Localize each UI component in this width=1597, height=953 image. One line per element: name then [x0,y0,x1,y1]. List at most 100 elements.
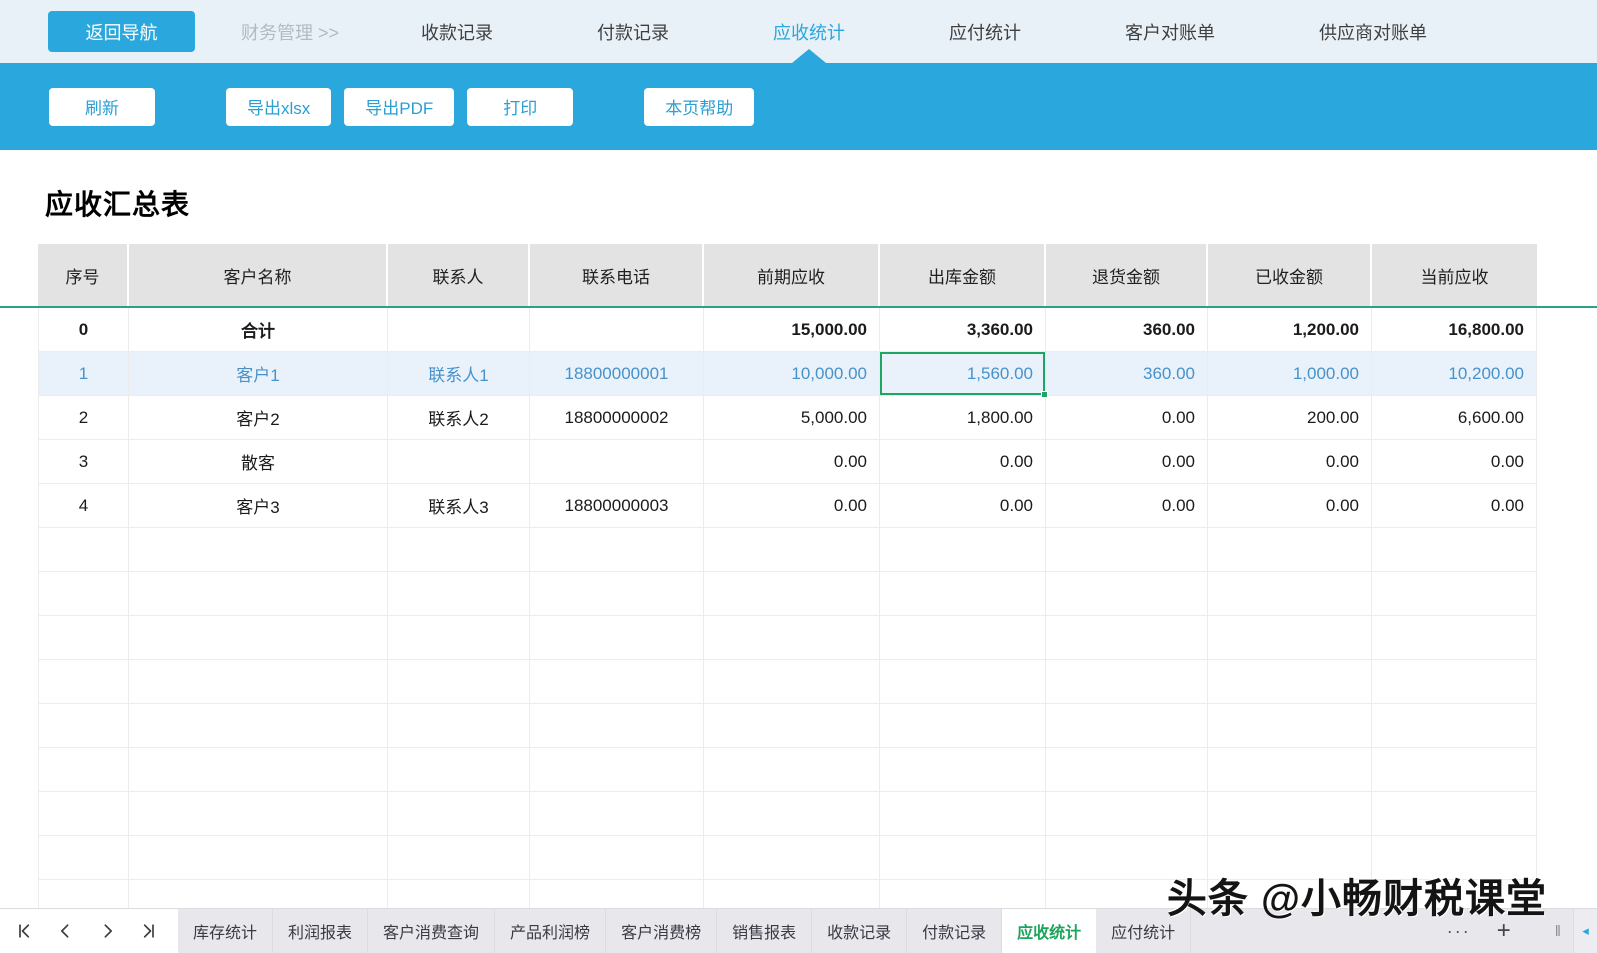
top-tab-应收统计[interactable]: 应收统计 [773,0,845,63]
table-cell[interactable] [1046,572,1208,616]
toolbar-button-本页帮助[interactable]: 本页帮助 [644,87,755,126]
top-tab-收款记录[interactable]: 收款记录 [421,0,493,63]
table-cell[interactable]: 1,000.00 [1208,352,1372,396]
table-cell[interactable]: 5,000.00 [704,396,880,440]
table-cell[interactable]: 3,360.00 [880,308,1046,352]
table-cell[interactable] [388,792,530,836]
table-cell[interactable]: 客户2 [129,396,388,440]
sheet-tab-客户消费查询[interactable]: 客户消费查询 [368,909,496,953]
table-cell[interactable]: 10,000.00 [704,352,880,396]
table-cell[interactable] [1046,528,1208,572]
sheet-tab-产品利润榜[interactable]: 产品利润榜 [495,909,607,953]
table-cell[interactable]: 16,800.00 [1372,308,1537,352]
back-to-navigation-button[interactable]: 返回导航 [48,11,195,52]
table-cell[interactable] [1372,748,1537,792]
table-cell[interactable] [1208,748,1372,792]
toolbar-button-导出PDF[interactable]: 导出PDF [344,87,455,126]
scroll-left-icon[interactable]: ◂ [1573,909,1597,953]
toolbar-button-刷新[interactable]: 刷新 [49,87,155,126]
table-cell[interactable] [1208,616,1372,660]
table-cell[interactable]: 0.00 [1372,484,1537,528]
table-cell[interactable]: 15,000.00 [704,308,880,352]
table-cell[interactable] [388,308,530,352]
table-cell[interactable]: 0.00 [1208,440,1372,484]
table-cell[interactable] [38,704,129,748]
table-cell[interactable]: 联系人1 [388,352,530,396]
table-cell[interactable] [388,660,530,704]
table-cell[interactable] [530,704,704,748]
last-page-icon[interactable] [136,919,160,943]
table-cell[interactable] [704,572,880,616]
table-cell[interactable]: 联系人2 [388,396,530,440]
table-cell[interactable]: 0 [38,308,129,352]
table-cell[interactable] [530,660,704,704]
table-cell[interactable] [704,528,880,572]
sheet-tab-客户消费榜[interactable]: 客户消费榜 [606,909,718,953]
table-cell[interactable] [1372,616,1537,660]
table-cell[interactable] [1046,748,1208,792]
add-sheet-icon[interactable]: + [1497,919,1511,943]
table-cell[interactable] [129,616,388,660]
table-cell[interactable]: 0.00 [1208,484,1372,528]
table-cell[interactable] [388,572,530,616]
table-cell[interactable] [1208,572,1372,616]
table-cell[interactable] [704,748,880,792]
sheet-tab-收款记录[interactable]: 收款记录 [812,909,908,953]
table-cell[interactable] [388,440,530,484]
table-cell[interactable]: 1,800.00 [880,396,1046,440]
table-cell[interactable]: 合计 [129,308,388,352]
splitter-handle-icon[interactable]: ‖ [1555,923,1561,940]
sheet-tab-付款记录[interactable]: 付款记录 [907,909,1003,953]
toolbar-button-打印[interactable]: 打印 [467,87,574,126]
table-cell[interactable]: 1,200.00 [1208,308,1372,352]
table-cell[interactable] [880,704,1046,748]
table-cell[interactable] [1046,704,1208,748]
table-cell[interactable]: 客户1 [129,352,388,396]
table-cell[interactable]: 4 [38,484,129,528]
table-cell[interactable] [388,528,530,572]
selection-fill-handle[interactable] [1041,391,1048,398]
prev-page-icon[interactable] [54,919,78,943]
top-tab-供应商对账单[interactable]: 供应商对账单 [1319,0,1427,63]
table-cell[interactable] [1208,792,1372,836]
table-cell[interactable] [530,836,704,880]
first-page-icon[interactable] [13,919,37,943]
table-cell[interactable]: 1 [38,352,129,396]
table-cell[interactable]: 6,600.00 [1372,396,1537,440]
table-cell[interactable] [129,704,388,748]
table-cell[interactable] [530,792,704,836]
table-cell[interactable]: 0.00 [704,440,880,484]
table-cell[interactable] [704,704,880,748]
table-cell[interactable] [1372,792,1537,836]
table-cell[interactable]: 0.00 [1046,484,1208,528]
table-cell[interactable]: 散客 [129,440,388,484]
table-cell[interactable] [129,792,388,836]
table-cell[interactable] [38,660,129,704]
table-cell[interactable] [530,308,704,352]
table-cell[interactable] [38,572,129,616]
table-cell[interactable] [38,792,129,836]
table-cell[interactable] [38,748,129,792]
top-tab-付款记录[interactable]: 付款记录 [597,0,669,63]
table-cell[interactable] [388,748,530,792]
table-cell[interactable] [880,528,1046,572]
table-cell[interactable] [1208,528,1372,572]
table-cell[interactable]: 客户3 [129,484,388,528]
table-cell[interactable] [388,616,530,660]
table-cell[interactable] [1372,572,1537,616]
table-cell[interactable]: 0.00 [1372,440,1537,484]
table-cell[interactable] [38,616,129,660]
table-cell[interactable] [880,792,1046,836]
table-cell[interactable]: 0.00 [880,440,1046,484]
table-cell[interactable]: 1,560.00 [880,352,1048,398]
table-cell[interactable]: 360.00 [1046,308,1208,352]
table-cell[interactable]: 0.00 [1046,440,1208,484]
sheet-tab-库存统计[interactable]: 库存统计 [178,909,274,953]
table-cell[interactable] [388,704,530,748]
table-cell[interactable] [880,616,1046,660]
sheet-tab-利润报表[interactable]: 利润报表 [273,909,369,953]
table-cell[interactable] [880,660,1046,704]
table-cell[interactable] [129,528,388,572]
table-cell[interactable]: 18800000003 [530,484,704,528]
table-cell[interactable]: 0.00 [704,484,880,528]
